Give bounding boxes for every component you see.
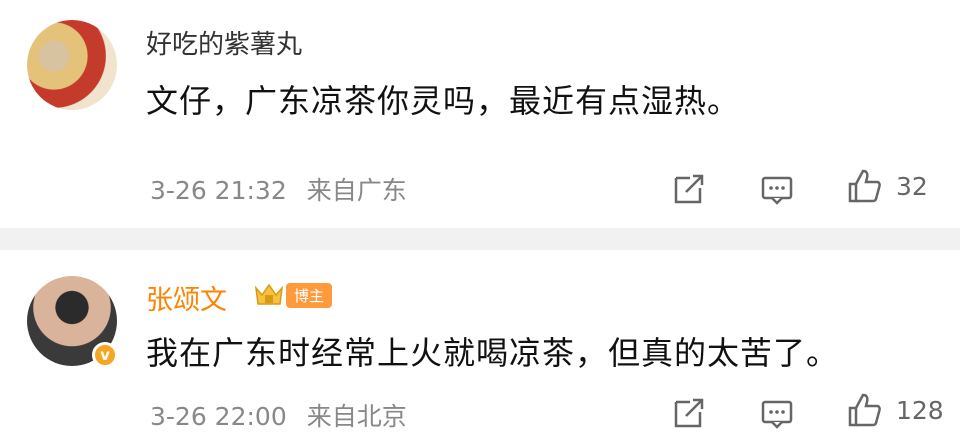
comment-item: v 张颂文 博主 我在广东时经常上火就喝凉茶，但真的太苦了。 3-26 22:0… xyxy=(0,250,960,431)
crown-icon xyxy=(254,281,284,309)
share-icon xyxy=(672,172,706,206)
comment-date: 3-26 22:00 xyxy=(150,402,287,431)
comment-username[interactable]: 好吃的紫薯丸 xyxy=(146,24,302,61)
thumbs-up-icon xyxy=(846,392,882,428)
reply-button[interactable] xyxy=(760,172,794,206)
comment-date: 3-26 21:32 xyxy=(150,176,287,205)
like-button[interactable]: 32 xyxy=(846,168,928,204)
comment-location: 来自北京 xyxy=(306,402,407,431)
comment-divider xyxy=(0,228,960,250)
like-count: 128 xyxy=(896,395,944,425)
comment-icon xyxy=(760,172,794,206)
avatar[interactable] xyxy=(27,20,117,110)
verified-badge-icon: v xyxy=(92,342,118,368)
reply-button[interactable] xyxy=(760,396,794,430)
blogger-badge: 博主 xyxy=(254,280,333,310)
comment-meta: 3-26 22:00 来自北京 xyxy=(150,397,407,433)
thumbs-up-icon xyxy=(846,168,882,204)
comment-icon xyxy=(760,396,794,430)
like-button[interactable]: 128 xyxy=(846,392,944,428)
comment-text: 文仔，广东凉茶你灵吗，最近有点湿热。 xyxy=(146,82,741,120)
comment-username[interactable]: 张颂文 xyxy=(146,278,227,317)
like-count: 32 xyxy=(896,171,928,201)
share-button[interactable] xyxy=(672,396,706,430)
comment-meta: 3-26 21:32 来自广东 xyxy=(150,171,407,207)
comment-item: 好吃的紫薯丸 文仔，广东凉茶你灵吗，最近有点湿热。 3-26 21:32 来自广… xyxy=(0,0,960,228)
blogger-badge-label: 博主 xyxy=(286,282,333,308)
comment-location: 来自广东 xyxy=(306,176,407,205)
comment-text: 我在广东时经常上火就喝凉茶，但真的太苦了。 xyxy=(146,334,840,372)
share-icon xyxy=(672,396,706,430)
share-button[interactable] xyxy=(672,172,706,206)
